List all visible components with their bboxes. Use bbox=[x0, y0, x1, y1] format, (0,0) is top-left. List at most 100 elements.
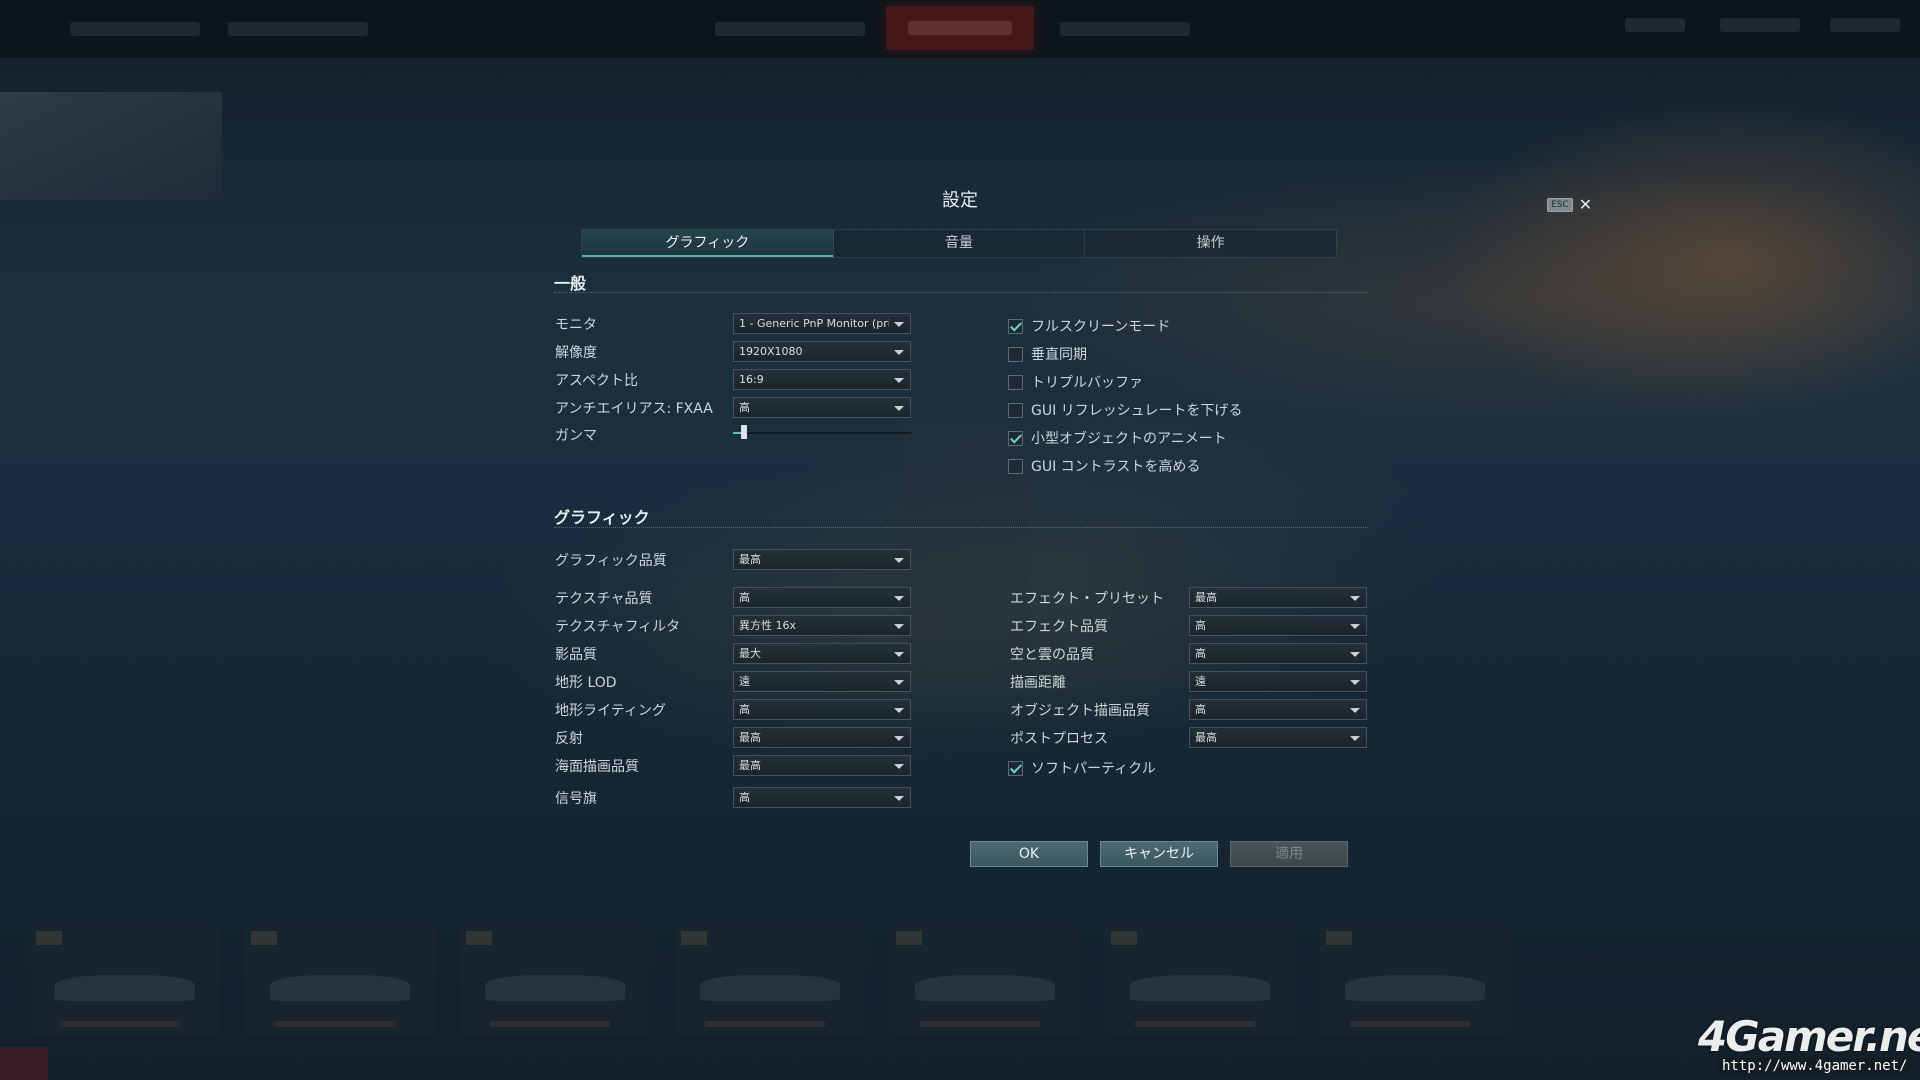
checkbox-box bbox=[1008, 346, 1023, 362]
settings-tabs: グラフィック 音量 操作 bbox=[581, 229, 1337, 258]
checkbox-box bbox=[1008, 402, 1023, 418]
checkbox-triple-buffer[interactable]: トリプルバッファ bbox=[1008, 372, 1143, 392]
texture-filter-select[interactable]: 異方性 16x bbox=[733, 615, 911, 636]
cancel-button[interactable]: キャンセル bbox=[1100, 841, 1218, 867]
tab-graphics[interactable]: グラフィック bbox=[582, 230, 834, 257]
chevron-down-icon bbox=[894, 378, 904, 383]
watermark-url: http://www.4gamer.net/ bbox=[1718, 1058, 1912, 1074]
aspect-ratio-select[interactable]: 16:9 bbox=[733, 369, 911, 390]
effects-quality-select[interactable]: 高 bbox=[1189, 615, 1367, 636]
checkbox-label: 垂直同期 bbox=[1031, 347, 1087, 363]
shadow-quality-select[interactable]: 最大 bbox=[733, 643, 911, 664]
apply-button[interactable]: 適用 bbox=[1230, 841, 1348, 867]
aspect-ratio-value: 16:9 bbox=[739, 373, 764, 386]
aspect-ratio-label: アスペクト比 bbox=[555, 373, 639, 389]
checkbox-box-checked bbox=[1008, 318, 1023, 334]
effects-preset-label: エフェクト・プリセット bbox=[1010, 591, 1164, 607]
water-quality-select[interactable]: 最高 bbox=[733, 755, 911, 776]
reflections-select[interactable]: 最高 bbox=[733, 727, 911, 748]
draw-distance-select[interactable]: 遠 bbox=[1189, 671, 1367, 692]
select-value: 異方性 16x bbox=[739, 619, 797, 632]
ok-button[interactable]: OK bbox=[970, 841, 1088, 867]
select-value: 高 bbox=[739, 791, 750, 804]
chevron-down-icon bbox=[894, 406, 904, 411]
checkbox-animate-small-objects[interactable]: 小型オブジェクトのアニメート bbox=[1008, 428, 1227, 448]
object-quality-select[interactable]: 高 bbox=[1189, 699, 1367, 720]
checkbox-soft-particles[interactable]: ソフトパーティクル bbox=[1008, 758, 1156, 778]
terrain-lighting-select[interactable]: 高 bbox=[733, 699, 911, 720]
effects-quality-label: エフェクト品質 bbox=[1010, 619, 1108, 635]
chevron-down-icon bbox=[894, 796, 904, 801]
dialog-title: 設定 bbox=[942, 190, 978, 211]
checkbox-box bbox=[1008, 458, 1023, 474]
checkbox-vsync[interactable]: 垂直同期 bbox=[1008, 344, 1087, 364]
chevron-down-icon bbox=[894, 764, 904, 769]
water-quality-label: 海面描画品質 bbox=[555, 759, 639, 775]
section-general-heading: 一般 bbox=[554, 274, 587, 293]
select-value: 最高 bbox=[739, 731, 761, 744]
chevron-down-icon bbox=[894, 680, 904, 685]
draw-distance-label: 描画距離 bbox=[1010, 675, 1066, 691]
chevron-down-icon bbox=[894, 322, 904, 327]
resolution-label: 解像度 bbox=[555, 345, 597, 361]
tab-controls[interactable]: 操作 bbox=[1085, 230, 1336, 257]
monitor-value: 1 - Generic PnP Monitor (prim bbox=[739, 317, 889, 330]
chevron-down-icon bbox=[1350, 596, 1360, 601]
texture-quality-select[interactable]: 高 bbox=[733, 587, 911, 608]
checkbox-label: フルスクリーンモード bbox=[1031, 319, 1171, 335]
checkbox-label: GUI コントラストを高める bbox=[1031, 459, 1201, 475]
resolution-value: 1920X1080 bbox=[739, 345, 803, 358]
terrain-lod-select[interactable]: 遠 bbox=[733, 671, 911, 692]
select-value: 高 bbox=[1195, 619, 1206, 632]
close-button[interactable]: ESC ✕ bbox=[1547, 197, 1592, 213]
section-graphics-heading: グラフィック bbox=[554, 508, 650, 527]
gamma-label: ガンマ bbox=[555, 428, 597, 444]
antialiasing-label: アンチエイリアス: FXAA bbox=[555, 401, 713, 417]
monitor-select[interactable]: 1 - Generic PnP Monitor (prim bbox=[733, 313, 911, 334]
chevron-down-icon bbox=[894, 708, 904, 713]
effects-preset-select[interactable]: 最高 bbox=[1189, 587, 1367, 608]
chevron-down-icon bbox=[894, 624, 904, 629]
texture-filter-label: テクスチャフィルタ bbox=[555, 619, 681, 635]
checkbox-box-checked bbox=[1008, 760, 1023, 776]
select-value: 最大 bbox=[739, 647, 761, 660]
sky-cloud-quality-select[interactable]: 高 bbox=[1189, 643, 1367, 664]
signal-flags-select[interactable]: 高 bbox=[733, 787, 911, 808]
select-value: 高 bbox=[1195, 703, 1206, 716]
graphics-quality-select[interactable]: 最高 bbox=[733, 549, 911, 570]
object-quality-label: オブジェクト描画品質 bbox=[1010, 703, 1150, 719]
chevron-down-icon bbox=[1350, 736, 1360, 741]
signal-flags-label: 信号旗 bbox=[555, 791, 597, 807]
chevron-down-icon bbox=[1350, 708, 1360, 713]
graphics-quality-value: 最高 bbox=[739, 553, 761, 566]
gamma-slider-track bbox=[733, 432, 911, 434]
checkbox-fullscreen[interactable]: フルスクリーンモード bbox=[1008, 316, 1170, 336]
section-divider bbox=[554, 527, 1368, 528]
tab-sound[interactable]: 音量 bbox=[834, 230, 1086, 257]
select-value: 最高 bbox=[1195, 591, 1217, 604]
chevron-down-icon bbox=[894, 652, 904, 657]
esc-key-badge: ESC bbox=[1547, 198, 1573, 212]
shadow-quality-label: 影品質 bbox=[555, 647, 597, 663]
checkbox-gui-refresh-rate[interactable]: GUI リフレッシュレートを下げる bbox=[1008, 400, 1242, 420]
select-value: 高 bbox=[739, 703, 750, 716]
post-process-select[interactable]: 最高 bbox=[1189, 727, 1367, 748]
gamma-slider[interactable] bbox=[733, 425, 911, 439]
checkbox-gui-contrast[interactable]: GUI コントラストを高める bbox=[1008, 456, 1200, 476]
checkbox-box-checked bbox=[1008, 430, 1023, 446]
graphics-quality-label: グラフィック品質 bbox=[555, 553, 667, 569]
chevron-down-icon bbox=[894, 350, 904, 355]
monitor-label: モニタ bbox=[555, 317, 597, 333]
checkbox-label: GUI リフレッシュレートを下げる bbox=[1031, 403, 1243, 419]
resolution-select[interactable]: 1920X1080 bbox=[733, 341, 911, 362]
antialiasing-select[interactable]: 高 bbox=[733, 397, 911, 418]
settings-dialog: 設定 ESC ✕ グラフィック 音量 操作 一般 モニタ 1 - Generic… bbox=[0, 0, 1920, 1080]
chevron-down-icon bbox=[894, 596, 904, 601]
chevron-down-icon bbox=[894, 558, 904, 563]
checkbox-label: 小型オブジェクトのアニメート bbox=[1031, 431, 1227, 447]
gamma-slider-handle[interactable] bbox=[741, 425, 747, 439]
texture-quality-label: テクスチャ品質 bbox=[555, 591, 653, 607]
checkbox-box bbox=[1008, 374, 1023, 390]
terrain-lighting-label: 地形ライティング bbox=[555, 703, 666, 719]
checkbox-label: ソフトパーティクル bbox=[1031, 761, 1156, 777]
